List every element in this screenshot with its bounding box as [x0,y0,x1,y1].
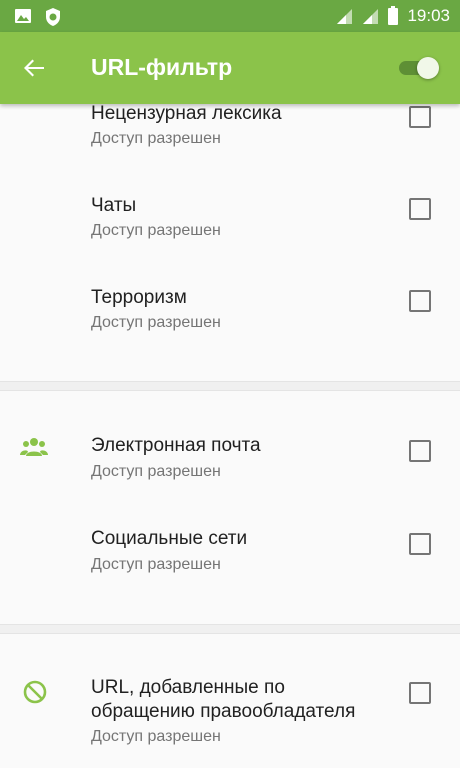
item-title-line1: URL, добавленные по [91,677,285,698]
item-title: Чаты [91,195,137,216]
item-title: Терроризм [91,287,187,308]
item-status: Доступ разрешен [91,728,221,745]
arrow-back-icon [24,59,44,77]
battery-icon [388,6,399,25]
checkbox[interactable] [409,682,431,704]
item-title-line2: обращению правообладателя [91,701,356,722]
checkbox[interactable] [409,290,431,312]
image-icon [15,9,31,23]
shield-app-icon [46,8,60,26]
signal-icon [363,9,379,24]
clock: 19:03 [407,6,450,25]
toggle-thumb [417,57,439,79]
item-status: Доступ разрешен [91,314,221,331]
signal-icon [337,9,353,24]
app-bar: URL-фильтр [0,32,460,104]
filter-toggle[interactable] [397,54,443,82]
checkbox[interactable] [409,440,431,462]
status-bar: 19:03 [0,0,460,32]
category-list: Нецензурная лексика Доступ разрешен Чаты… [0,104,460,768]
item-title: Нецензурная лексика [91,104,282,124]
page-title: URL-фильтр [91,54,233,80]
checkbox[interactable] [409,533,431,555]
item-title: Социальные сети [91,528,248,549]
item-status: Доступ разрешен [91,130,221,147]
group-divider [0,381,460,391]
list-item-social-networks[interactable]: Социальные сети Доступ разрешен [0,525,460,615]
item-status: Доступ разрешен [91,556,221,573]
list-item-copyright-urls[interactable]: URL, добавленные по обращению правооблад… [0,674,460,768]
item-title: Электронная почта [91,435,261,456]
list-item-profanity[interactable]: Нецензурная лексика Доступ разрешен [0,104,460,176]
group-divider [0,624,460,634]
back-button[interactable] [18,52,50,84]
item-status: Доступ разрешен [91,463,221,480]
list-item-terrorism[interactable]: Терроризм Доступ разрешен [0,283,460,373]
checkbox[interactable] [409,106,431,128]
checkbox[interactable] [409,198,431,220]
list-item-email[interactable]: Электронная почта Доступ разрешен [0,432,460,522]
item-status: Доступ разрешен [91,222,221,239]
list-item-chats[interactable]: Чаты Доступ разрешен [0,190,460,280]
